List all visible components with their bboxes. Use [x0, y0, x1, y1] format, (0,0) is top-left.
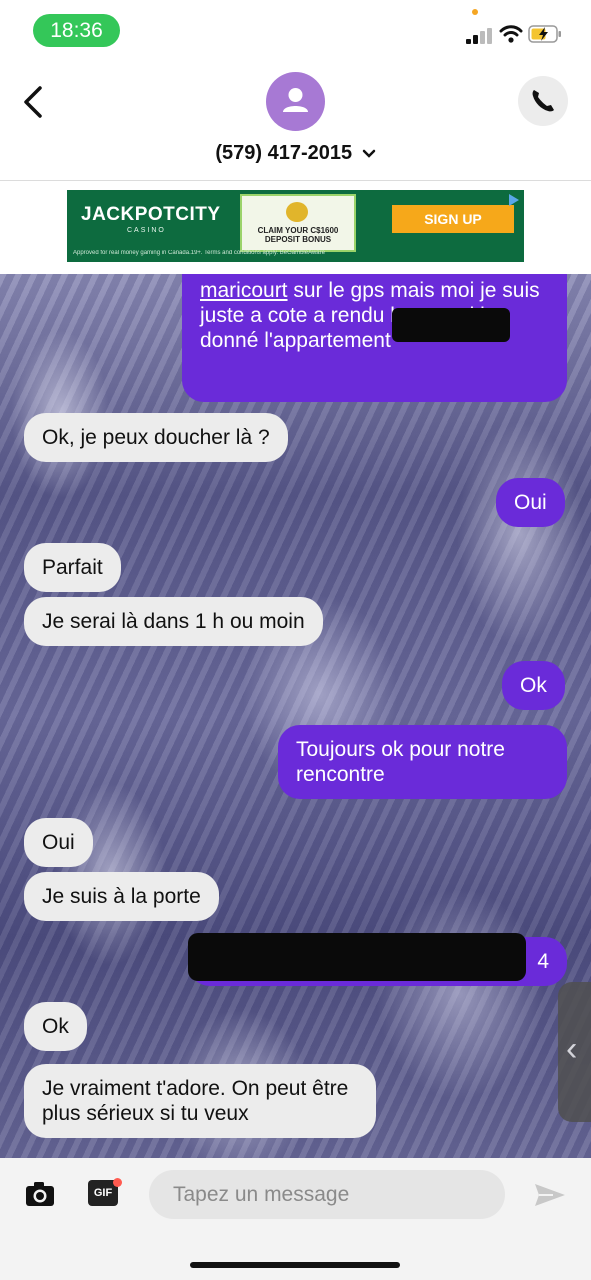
contact-avatar[interactable] — [266, 72, 325, 131]
outgoing-message[interactable]: 4 — [188, 933, 567, 986]
coin-icon — [286, 202, 308, 222]
incoming-message[interactable]: Oui — [24, 818, 93, 867]
outgoing-message[interactable]: maricourt sur le gps mais moi je suis ju… — [182, 274, 567, 402]
ad-signup-button[interactable]: SIGN UP — [392, 205, 514, 233]
incoming-message[interactable]: Je suis à la porte — [24, 872, 219, 921]
incoming-message[interactable]: Ok — [24, 1002, 87, 1051]
redaction-block — [188, 933, 526, 981]
incoming-message[interactable]: Ok, je peux doucher là ? — [24, 413, 288, 462]
status-time: 18:36 — [33, 14, 120, 47]
message-input[interactable] — [149, 1170, 505, 1219]
phone-icon — [532, 90, 554, 112]
message-link[interactable]: maricourt — [200, 279, 288, 302]
back-chevron-icon[interactable] — [18, 82, 48, 122]
wifi-icon — [499, 25, 523, 43]
chat-thread[interactable]: maricourt sur le gps mais moi je suis ju… — [0, 274, 591, 1158]
redaction-block — [392, 308, 510, 342]
ad-fine-print: Approved for real money gaming in Canada… — [73, 250, 325, 256]
outgoing-message[interactable]: Toujours ok pour notre rencontre — [278, 725, 567, 799]
ad-choices-icon[interactable] — [507, 193, 521, 207]
contact-name-dropdown[interactable]: (579) 417-2015 — [0, 142, 591, 165]
notification-dot — [113, 1178, 122, 1187]
message-text: 4 — [537, 950, 549, 973]
status-bar: 18:36 — [0, 0, 591, 60]
ad-banner[interactable]: JACKPOTCITY CASINO CLAIM YOUR C$1600 DEP… — [67, 190, 524, 262]
incoming-message[interactable]: Je vraiment t'adore. On peut être plus s… — [24, 1064, 376, 1138]
mic-indicator-dot — [472, 9, 478, 15]
home-indicator — [190, 1262, 400, 1268]
conversation-header: (579) 417-2015 — [0, 60, 591, 181]
contact-name: (579) 417-2015 — [215, 142, 353, 164]
ad-offer-text: CLAIM YOUR C$1600 DEPOSIT BONUS — [257, 226, 339, 244]
outgoing-message[interactable]: Oui — [496, 478, 565, 527]
outgoing-message[interactable]: Ok — [502, 661, 565, 710]
incoming-message[interactable]: Je serai là dans 1 h ou moin — [24, 597, 323, 646]
ad-offer-card: CLAIM YOUR C$1600 DEPOSIT BONUS — [240, 194, 356, 252]
ad-brand: JACKPOTCITY — [81, 204, 221, 225]
cellular-signal-icon — [466, 28, 494, 44]
call-button[interactable] — [518, 76, 568, 126]
incoming-message[interactable]: Parfait — [24, 543, 121, 592]
drawer-handle[interactable]: ‹ — [558, 982, 591, 1122]
send-icon[interactable] — [533, 1180, 567, 1210]
chevron-down-icon — [362, 149, 375, 158]
battery-charging-icon — [528, 25, 561, 43]
ad-brand-sub: CASINO — [127, 227, 166, 234]
camera-icon[interactable] — [24, 1180, 56, 1208]
person-icon — [283, 88, 308, 112]
chevron-left-icon: ‹ — [566, 1030, 578, 1068]
